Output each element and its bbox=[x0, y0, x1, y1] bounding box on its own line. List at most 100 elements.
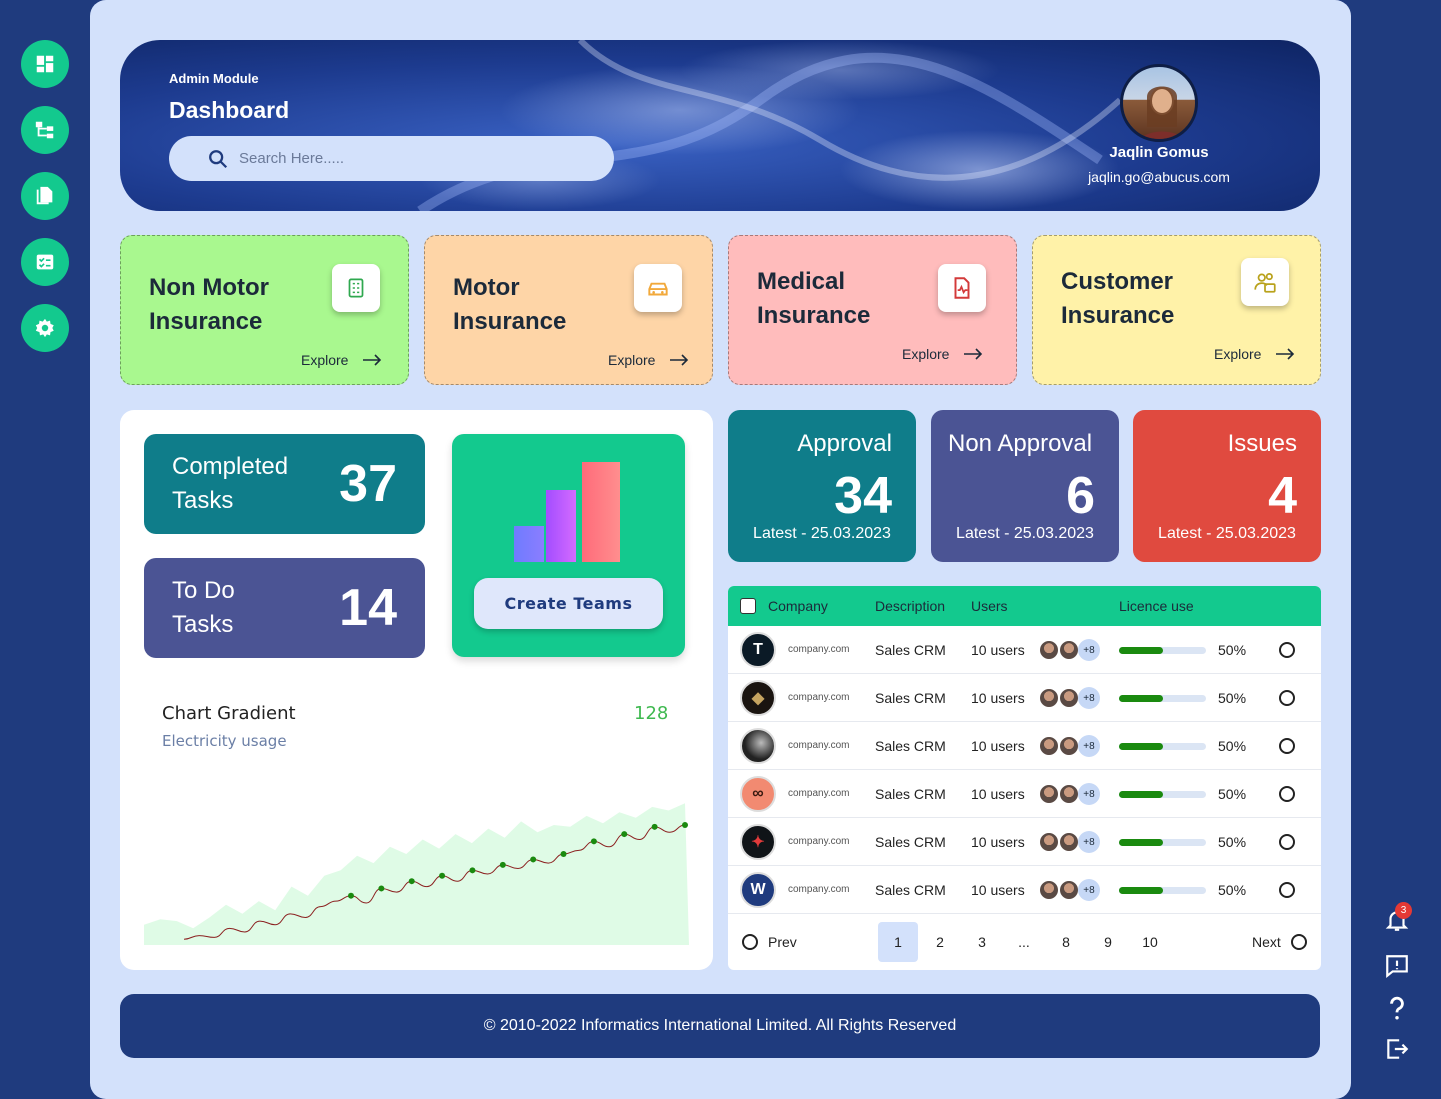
company-logo: ✦ bbox=[740, 824, 776, 860]
dashboard-icon bbox=[36, 55, 54, 73]
user-name: Jaqlin Gomus bbox=[1109, 144, 1209, 161]
table-row[interactable]: Tcompany.com Sales CRM 10 users +8 50% bbox=[728, 626, 1321, 674]
sidebar-item-checklist[interactable] bbox=[21, 238, 69, 286]
card-customer-insurance[interactable]: Customer Insurance Explore bbox=[1032, 235, 1321, 385]
sidebar-item-hierarchy[interactable] bbox=[21, 106, 69, 154]
column-users[interactable]: Users bbox=[971, 598, 1008, 614]
task-count: 14 bbox=[339, 579, 397, 637]
logout-icon bbox=[1387, 1039, 1409, 1059]
page-10[interactable]: 10 bbox=[1130, 922, 1170, 962]
data-point bbox=[590, 838, 597, 845]
page-1[interactable]: 1 bbox=[878, 922, 918, 962]
feedback-icon bbox=[1386, 955, 1408, 979]
chart-subtitle: Electricity usage bbox=[162, 732, 287, 750]
avatar[interactable] bbox=[1120, 64, 1198, 142]
user-count: 10 users bbox=[971, 786, 1025, 802]
select-all-checkbox[interactable] bbox=[740, 598, 756, 614]
row-radio[interactable] bbox=[1279, 882, 1295, 898]
table-row[interactable]: company.com Sales CRM 10 users +8 50% bbox=[728, 722, 1321, 770]
prev-radio[interactable] bbox=[742, 934, 758, 950]
row-radio[interactable] bbox=[1279, 642, 1295, 658]
card-title: Customer Insurance bbox=[1061, 268, 1175, 329]
sidebar-item-settings[interactable] bbox=[21, 304, 69, 352]
next-radio[interactable] bbox=[1291, 934, 1307, 950]
company-description: Sales CRM bbox=[875, 690, 946, 706]
prev-button[interactable]: Prev bbox=[768, 934, 797, 950]
copyright-text: © 2010-2022 Informatics International Li… bbox=[483, 1017, 957, 1034]
licence-progress-fill bbox=[1119, 791, 1163, 798]
user-avatar bbox=[1038, 831, 1060, 853]
data-point bbox=[499, 861, 506, 868]
user-avatar bbox=[1038, 639, 1060, 661]
pagination: Prev 1 2 3 ... 8 9 10 Next bbox=[728, 922, 1321, 970]
page-9[interactable]: 9 bbox=[1088, 922, 1128, 962]
documents-icon bbox=[36, 186, 53, 205]
explore-link[interactable]: Explore bbox=[301, 352, 382, 368]
issues-card[interactable]: Issues 4 Latest - 25.03.2023 bbox=[1133, 410, 1321, 562]
card-medical-insurance[interactable]: Medical Insurance Explore bbox=[728, 235, 1017, 385]
licence-progress-fill bbox=[1119, 887, 1163, 894]
column-licence[interactable]: Licence use bbox=[1119, 598, 1194, 614]
customer-icon bbox=[1241, 258, 1289, 306]
data-point bbox=[530, 856, 537, 863]
sidebar-item-dashboard[interactable] bbox=[21, 40, 69, 88]
page-3[interactable]: 3 bbox=[962, 922, 1002, 962]
data-point bbox=[682, 822, 688, 828]
search-bar[interactable] bbox=[169, 136, 614, 181]
notification-badge: 3 bbox=[1395, 902, 1412, 919]
explore-link[interactable]: Explore bbox=[1214, 346, 1295, 362]
card-non-motor-insurance[interactable]: Non Motor Insurance Explore bbox=[120, 235, 409, 385]
next-button[interactable]: Next bbox=[1252, 934, 1281, 950]
page-2[interactable]: 2 bbox=[920, 922, 960, 962]
company-description: Sales CRM bbox=[875, 786, 946, 802]
table-row[interactable]: Wcompany.com Sales CRM 10 users +8 50% bbox=[728, 866, 1321, 914]
tasks-panel: Completed Tasks 37 To Do Tasks 14 Create T… bbox=[120, 410, 713, 970]
table-row[interactable]: ◆ company.com Sales CRM 10 users +8 50% bbox=[728, 674, 1321, 722]
stat-latest: Latest - 25.03.2023 bbox=[1158, 525, 1296, 542]
help-button[interactable] bbox=[1383, 994, 1411, 1022]
company-description: Sales CRM bbox=[875, 834, 946, 850]
line-chart bbox=[144, 803, 689, 945]
company-logo: ◆ bbox=[740, 680, 776, 716]
company-domain: company.com bbox=[788, 740, 850, 751]
company-description: Sales CRM bbox=[875, 738, 946, 754]
table-row[interactable]: ∞ company.com Sales CRM 10 users +8 50% bbox=[728, 770, 1321, 818]
arrow-right-icon bbox=[964, 348, 983, 360]
licence-progress bbox=[1119, 887, 1206, 894]
completed-tasks-card[interactable]: Completed Tasks 37 bbox=[144, 434, 425, 534]
non-approval-card[interactable]: Non Approval 6 Latest - 25.03.2023 bbox=[931, 410, 1119, 562]
create-teams-button[interactable]: Create Teams bbox=[474, 578, 663, 629]
card-title: Motor Insurance bbox=[453, 274, 567, 335]
explore-link[interactable]: Explore bbox=[902, 346, 983, 362]
clipboard-icon bbox=[332, 264, 380, 312]
company-domain: company.com bbox=[788, 692, 850, 703]
row-radio[interactable] bbox=[1279, 690, 1295, 706]
user-count: 10 users bbox=[971, 882, 1025, 898]
todo-tasks-card[interactable]: To Do Tasks 14 bbox=[144, 558, 425, 658]
card-motor-insurance[interactable]: Motor Insurance Explore bbox=[424, 235, 713, 385]
row-radio[interactable] bbox=[1279, 834, 1295, 850]
feedback-button[interactable] bbox=[1383, 952, 1411, 980]
page-ellipsis: ... bbox=[1018, 934, 1030, 950]
table-header: Company Description Users Licence use bbox=[728, 586, 1321, 626]
task-label: To Do Tasks bbox=[172, 577, 235, 638]
logout-button[interactable] bbox=[1383, 1035, 1411, 1063]
settings-icon bbox=[35, 318, 54, 338]
sidebar-item-documents[interactable] bbox=[21, 172, 69, 220]
licence-progress bbox=[1119, 647, 1206, 654]
medical-file-icon bbox=[938, 264, 986, 312]
column-company[interactable]: Company bbox=[768, 598, 828, 614]
search-input[interactable] bbox=[239, 150, 599, 167]
approval-card[interactable]: Approval 34 Latest - 25.03.2023 bbox=[728, 410, 916, 562]
row-radio[interactable] bbox=[1279, 738, 1295, 754]
row-radio[interactable] bbox=[1279, 786, 1295, 802]
column-description[interactable]: Description bbox=[875, 598, 945, 614]
more-users-badge: +8 bbox=[1078, 831, 1100, 853]
user-avatar bbox=[1058, 831, 1080, 853]
licence-progress bbox=[1119, 791, 1206, 798]
stat-title: Non Approval bbox=[948, 430, 1093, 457]
page-8[interactable]: 8 bbox=[1046, 922, 1086, 962]
table-row[interactable]: ✦ company.com Sales CRM 10 users +8 50% bbox=[728, 818, 1321, 866]
data-point bbox=[621, 831, 628, 838]
explore-link[interactable]: Explore bbox=[608, 352, 689, 368]
